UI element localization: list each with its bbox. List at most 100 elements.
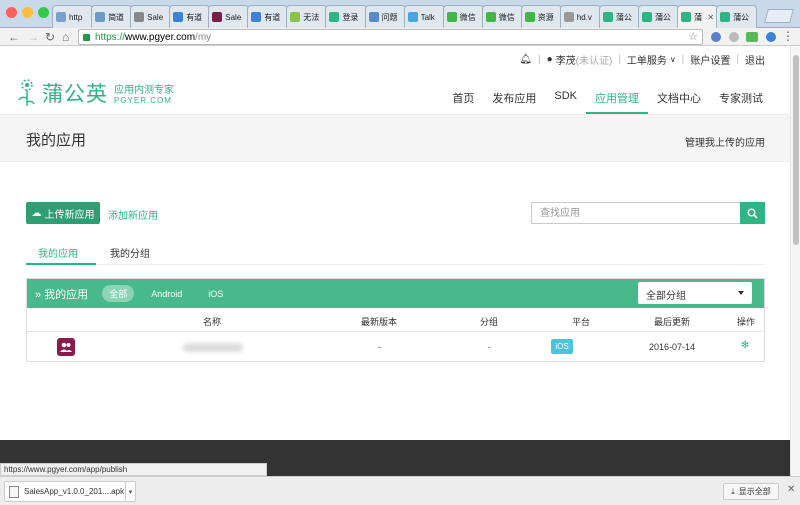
download-icon: ⤓ xyxy=(731,486,735,496)
browser-toolbar: ← → ↻ ⌂ https:// www.pgyer.com /my ☆ ⋮ xyxy=(0,28,800,46)
table-header: 名称 最新版本 分组 平台 最后更新 操作 xyxy=(27,308,764,332)
app-group: - xyxy=(488,342,491,352)
panel-title: » 我的应用 xyxy=(35,288,89,301)
extension-icon[interactable] xyxy=(746,32,758,42)
close-icon[interactable]: ✕ xyxy=(787,484,795,495)
tab-label: 问题 xyxy=(381,12,398,22)
nav-item[interactable]: 专家测试 xyxy=(710,82,772,114)
nav-item[interactable]: 文档中心 xyxy=(648,82,710,114)
tab-favicon-icon xyxy=(602,12,613,22)
column-updated: 最后更新 xyxy=(654,317,691,327)
browser-tab[interactable]: 蒲 ✕ xyxy=(677,5,719,28)
extension-icon[interactable] xyxy=(711,32,721,42)
minimize-window-button[interactable] xyxy=(22,7,33,18)
reload-icon[interactable]: ↻ xyxy=(45,29,55,45)
tab-my-apps[interactable]: 我的应用 xyxy=(26,240,96,265)
extension-icon[interactable] xyxy=(766,32,776,42)
browser-tab[interactable]: http xyxy=(52,5,94,28)
extension-icon[interactable] xyxy=(729,32,739,42)
verify-status: (未认证) xyxy=(575,56,613,67)
download-file-name: SalesApp_v1.0.0_201....apk xyxy=(24,487,125,496)
browser-tab[interactable]: Talk xyxy=(403,5,445,28)
filter-android[interactable]: Android xyxy=(144,287,189,301)
browser-tab[interactable]: 有道 xyxy=(169,5,211,28)
app-name-blurred[interactable] xyxy=(183,343,243,352)
tab-label: 无法 xyxy=(303,12,320,22)
tab-favicon-icon xyxy=(212,12,223,22)
filter-ios[interactable]: iOS xyxy=(201,287,230,301)
browser-tab[interactable]: 蒲公 xyxy=(716,5,758,28)
filter-all[interactable]: 全部 xyxy=(102,285,135,302)
upload-app-button[interactable]: ☁ 上传新应用 xyxy=(26,202,100,224)
browser-tab[interactable]: 无法 xyxy=(286,5,328,28)
download-item[interactable]: SalesApp_v1.0.0_201....apk ▾ xyxy=(4,481,136,502)
page-header: 我的应用 管理我上传的应用 xyxy=(0,114,790,162)
address-bar[interactable]: https:// www.pgyer.com /my ☆ xyxy=(78,29,703,45)
manage-uploaded-apps-link[interactable]: 管理我上传的应用 xyxy=(685,134,765,149)
tab-label: hd.v xyxy=(576,12,592,22)
sub-tabs: 我的应用 我的分组 xyxy=(26,240,765,265)
new-tab-button[interactable] xyxy=(764,9,794,23)
group-select[interactable]: 全部分组 xyxy=(638,282,752,304)
browser-tab[interactable]: 微信 xyxy=(481,5,523,28)
tab-label: 简道 xyxy=(108,12,125,22)
table-row[interactable]: - - iOS 2016-07-14 ✻ xyxy=(27,332,764,362)
browser-tab[interactable]: 资源 xyxy=(520,5,562,28)
browser-tab[interactable]: Sale xyxy=(130,5,172,28)
forward-arrow-icon[interactable]: → xyxy=(27,29,39,45)
gear-icon[interactable]: ✻ xyxy=(741,340,749,351)
dandelion-icon xyxy=(18,79,35,106)
scrollbar-thumb[interactable] xyxy=(793,55,799,245)
search-icon xyxy=(747,208,758,219)
user-name[interactable]: 李茂 xyxy=(556,52,576,67)
browser-tab[interactable]: 有道 xyxy=(247,5,289,28)
nav-item[interactable]: 首页 xyxy=(443,82,483,114)
pgyer-logo[interactable]: 蒲公英 应用内测专家 PGYER.COM xyxy=(16,78,174,108)
close-window-button[interactable] xyxy=(6,7,17,18)
browser-tab[interactable]: 登录 xyxy=(325,5,367,28)
chevron-down-icon[interactable]: ▾ xyxy=(125,482,135,501)
tab-my-groups[interactable]: 我的分组 xyxy=(98,240,162,265)
search-app-input[interactable] xyxy=(531,202,740,224)
tab-label: 蒲 xyxy=(694,12,702,22)
add-app-link[interactable]: 添加新应用 xyxy=(108,207,158,222)
logo-text: 蒲公英 xyxy=(42,83,108,106)
browser-tab[interactable]: Sale xyxy=(208,5,250,28)
nav-item[interactable]: SDK xyxy=(545,82,586,114)
browser-tab[interactable]: 简道 xyxy=(91,5,133,28)
show-all-downloads-button[interactable]: ⤓ 显示全部 xyxy=(723,483,779,500)
tab-favicon-icon xyxy=(524,12,535,22)
tab-label: 微信 xyxy=(459,12,476,22)
tab-favicon-icon xyxy=(485,12,496,22)
browser-tab[interactable]: hd.v xyxy=(559,5,601,28)
browser-tab[interactable]: 蒲公 xyxy=(637,5,679,28)
browser-tab[interactable]: 微信 xyxy=(442,5,484,28)
file-icon xyxy=(9,485,19,498)
tab-favicon-icon xyxy=(251,12,262,22)
page-scrollbar[interactable] xyxy=(790,47,800,476)
show-all-label: 显示全部 xyxy=(738,487,771,496)
app-icon[interactable] xyxy=(57,338,75,356)
browser-menu-icon[interactable]: ⋮ xyxy=(782,29,794,43)
browser-tab[interactable]: 问题 xyxy=(364,5,406,28)
account-settings-link[interactable]: 账户设置 xyxy=(690,52,730,67)
panel-header: » 我的应用 全部 Android iOS 全部分组 xyxy=(27,279,764,308)
bell-icon[interactable]: 🔔︎ xyxy=(519,54,532,65)
tab-close-icon[interactable]: ✕ xyxy=(707,13,714,22)
home-icon[interactable]: ⌂ xyxy=(62,29,69,45)
nav-item[interactable]: 发布应用 xyxy=(483,82,545,114)
tab-favicon-icon xyxy=(290,12,301,22)
back-arrow-icon[interactable]: ← xyxy=(8,29,20,45)
browser-tab[interactable]: 蒲公 xyxy=(598,5,640,28)
maximize-window-button[interactable] xyxy=(38,7,49,18)
bookmark-star-icon[interactable]: ☆ xyxy=(688,30,698,43)
tab-favicon-icon xyxy=(681,12,691,22)
search-button[interactable] xyxy=(740,202,765,224)
nav-item[interactable]: 应用管理 xyxy=(586,82,648,114)
group-select-value: 全部分组 xyxy=(646,291,686,302)
user-topbar: 🔔︎ | ● 李茂 (未认证) | 工单服务 ∨ | 账户设置 | 退出 xyxy=(519,52,765,67)
logout-link[interactable]: 退出 xyxy=(745,52,765,67)
tab-favicon-icon xyxy=(173,12,184,22)
status-url: https://www.pgyer.com/app/publish xyxy=(0,463,267,476)
tickets-menu[interactable]: 工单服务 xyxy=(627,52,667,67)
